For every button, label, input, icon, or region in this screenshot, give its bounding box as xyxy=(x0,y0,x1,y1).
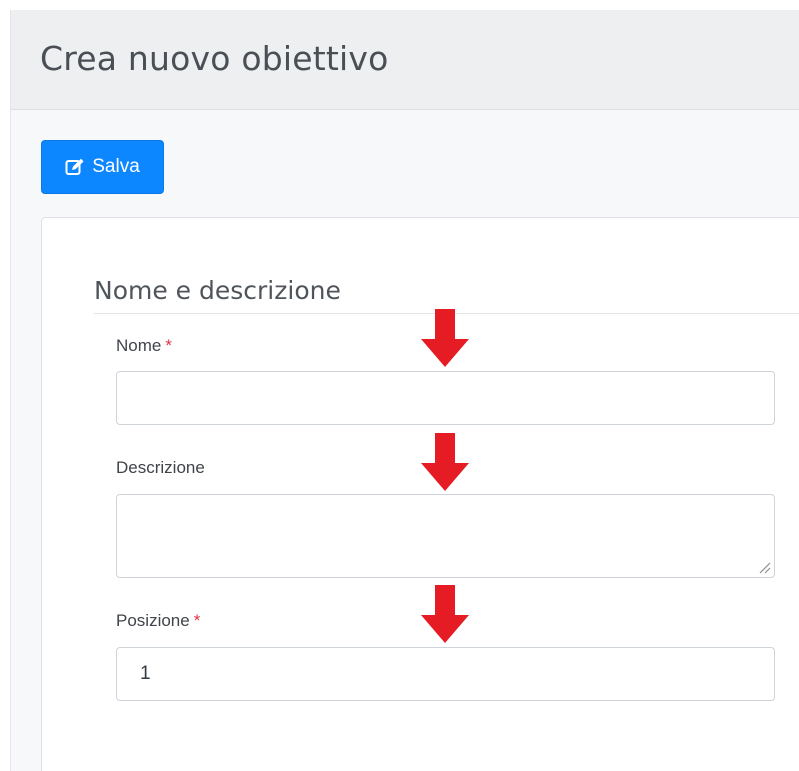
textarea-resize-handle[interactable] xyxy=(757,560,771,574)
posizione-required-mark: * xyxy=(193,611,201,630)
save-button-label: Salva xyxy=(92,156,140,177)
posizione-input[interactable] xyxy=(116,647,775,701)
nome-label: Nome * xyxy=(116,336,172,356)
posizione-label-text: Posizione xyxy=(116,611,190,630)
nome-label-text: Nome xyxy=(116,336,162,355)
descrizione-textarea[interactable] xyxy=(116,494,775,578)
down-arrow-icon xyxy=(421,309,469,367)
nome-required-mark: * xyxy=(165,336,172,355)
nome-input[interactable] xyxy=(116,371,775,425)
page-title: Crea nuovo obiettivo xyxy=(40,39,389,78)
down-arrow-icon xyxy=(421,585,469,643)
page: Crea nuovo obiettivo Salva Nome e descri… xyxy=(0,0,799,771)
edit-square-icon xyxy=(65,158,84,175)
save-button[interactable]: Salva xyxy=(41,140,164,194)
descrizione-label: Descrizione xyxy=(116,458,205,478)
down-arrow-icon xyxy=(421,433,469,491)
section-title: Nome e descrizione xyxy=(94,276,341,305)
page-header: Crea nuovo obiettivo xyxy=(11,10,799,110)
descrizione-label-text: Descrizione xyxy=(116,458,205,477)
posizione-label: Posizione * xyxy=(116,611,200,631)
